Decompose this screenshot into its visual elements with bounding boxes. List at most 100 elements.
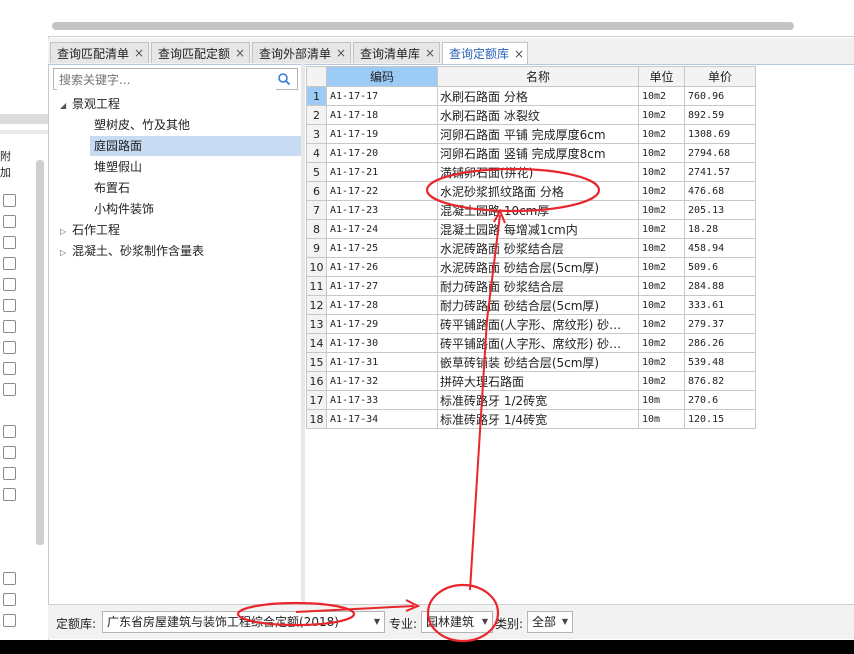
unit-cell[interactable]: 10m2 — [638, 143, 685, 163]
row-checkbox[interactable] — [3, 593, 16, 606]
table-row[interactable]: 1 A1-17-17 水刷石路面 分格 10m2 760.96 — [306, 86, 756, 106]
row-index-cell[interactable]: 4 — [306, 143, 327, 163]
table-row[interactable]: 5 A1-17-21 満铺卵石面(拼花) 10m2 2741.57 — [306, 162, 756, 182]
panel-splitter[interactable] — [301, 64, 305, 604]
tab-match-quota[interactable]: 查询匹配定额 × — [151, 42, 250, 63]
table-row[interactable]: 15 A1-17-31 嵌草砖铺装 砂结合层(5cm厚) 10m2 539.48 — [306, 352, 756, 372]
code-cell[interactable]: A1-17-17 — [326, 86, 438, 106]
row-index-cell[interactable]: 12 — [306, 295, 327, 315]
code-cell[interactable]: A1-17-31 — [326, 352, 438, 372]
price-cell[interactable]: 876.82 — [684, 371, 756, 391]
row-index-cell[interactable]: 17 — [306, 390, 327, 410]
row-checkbox[interactable] — [3, 320, 16, 333]
price-cell[interactable]: 270.6 — [684, 390, 756, 410]
price-cell[interactable]: 760.96 — [684, 86, 756, 106]
name-cell[interactable]: 水刷石路面 分格 — [437, 86, 639, 106]
name-cell[interactable]: 河卵石路面 竖铺 完成厚度8cm — [437, 143, 639, 163]
tree-node-small-decor[interactable]: 小构件装饰 — [94, 199, 154, 219]
code-cell[interactable]: A1-17-33 — [326, 390, 438, 410]
row-checkbox[interactable] — [3, 299, 16, 312]
name-cell[interactable]: 混凝土园路 10cm厚 — [437, 200, 639, 220]
row-index-cell[interactable]: 18 — [306, 409, 327, 429]
tree-node-concrete-mortar[interactable]: ▷ 混凝土、砂浆制作含量表 — [60, 241, 204, 261]
name-cell[interactable]: 砖平铺路面(人字形、席纹形) 砂… — [437, 314, 639, 334]
unit-cell[interactable]: 10m — [638, 390, 685, 410]
table-row[interactable]: 6 A1-17-22 水泥砂浆抓纹路面 分格 10m2 476.68 — [306, 181, 756, 201]
unit-cell[interactable]: 10m2 — [638, 162, 685, 182]
tree-node-tree-bark[interactable]: 塑树皮、竹及其他 — [94, 115, 190, 135]
tab-quota-library[interactable]: 查询定额库 × — [442, 42, 528, 64]
row-checkbox[interactable] — [3, 383, 16, 396]
price-cell[interactable]: 1308.69 — [684, 124, 756, 144]
collapsed-triangle-icon[interactable]: ▷ — [60, 243, 72, 263]
table-row[interactable]: 8 A1-17-24 混凝土园路 每增减1cm内 10m2 18.28 — [306, 219, 756, 239]
table-row[interactable]: 12 A1-17-28 耐力砖路面 砂结合层(5cm厚) 10m2 333.61 — [306, 295, 756, 315]
row-index-cell[interactable]: 3 — [306, 124, 327, 144]
unit-cell[interactable]: 10m — [638, 409, 685, 429]
close-icon[interactable]: × — [235, 46, 245, 60]
row-index-cell[interactable]: 16 — [306, 371, 327, 391]
code-cell[interactable]: A1-17-20 — [326, 143, 438, 163]
name-cell[interactable]: 耐力砖路面 砂浆结合层 — [437, 276, 639, 296]
unit-cell[interactable]: 10m2 — [638, 276, 685, 296]
row-checkbox[interactable] — [3, 194, 16, 207]
name-cell[interactable]: 水泥砂浆抓纹路面 分格 — [437, 181, 639, 201]
row-index-cell[interactable]: 7 — [306, 200, 327, 220]
row-checkbox[interactable] — [3, 467, 16, 480]
row-checkbox[interactable] — [3, 215, 16, 228]
search-input[interactable] — [57, 70, 276, 90]
unit-cell[interactable]: 10m2 — [638, 371, 685, 391]
table-row[interactable]: 2 A1-17-18 水刷石路面 冰裂纹 10m2 892.59 — [306, 105, 756, 125]
row-index-cell[interactable]: 13 — [306, 314, 327, 334]
code-cell[interactable]: A1-17-23 — [326, 200, 438, 220]
row-checkbox[interactable] — [3, 362, 16, 375]
table-row[interactable]: 13 A1-17-29 砖平铺路面(人字形、席纹形) 砂… 10m2 279.37 — [306, 314, 756, 334]
close-icon[interactable]: × — [336, 46, 346, 60]
code-cell[interactable]: A1-17-26 — [326, 257, 438, 277]
price-cell[interactable]: 458.94 — [684, 238, 756, 258]
row-checkbox[interactable] — [3, 446, 16, 459]
name-cell[interactable]: 水泥砖路面 砂结合层(5cm厚) — [437, 257, 639, 277]
price-cell[interactable]: 539.48 — [684, 352, 756, 372]
row-checkbox[interactable] — [3, 488, 16, 501]
column-header-unit[interactable]: 单位 — [638, 66, 685, 87]
price-cell[interactable]: 2741.57 — [684, 162, 756, 182]
row-checkbox[interactable] — [3, 341, 16, 354]
row-index-cell[interactable]: 9 — [306, 238, 327, 258]
table-row[interactable]: 7 A1-17-23 混凝土园路 10cm厚 10m2 205.13 — [306, 200, 756, 220]
search-icon[interactable] — [277, 72, 291, 86]
close-icon[interactable]: × — [425, 46, 435, 60]
unit-cell[interactable]: 10m2 — [638, 86, 685, 106]
code-cell[interactable]: A1-17-29 — [326, 314, 438, 334]
name-cell[interactable]: 标准砖路牙 1/2砖宽 — [437, 390, 639, 410]
row-checkbox[interactable] — [3, 614, 16, 627]
price-cell[interactable]: 333.61 — [684, 295, 756, 315]
row-checkbox[interactable] — [3, 572, 16, 585]
row-checkbox[interactable] — [3, 425, 16, 438]
close-icon[interactable]: × — [134, 46, 144, 60]
price-cell[interactable]: 120.15 — [684, 409, 756, 429]
table-row[interactable]: 4 A1-17-20 河卵石路面 竖铺 完成厚度8cm 10m2 2794.68 — [306, 143, 756, 163]
code-cell[interactable]: A1-17-19 — [326, 124, 438, 144]
unit-cell[interactable]: 10m2 — [638, 295, 685, 315]
row-index-cell[interactable]: 15 — [306, 352, 327, 372]
tree-node-stonework[interactable]: ▷ 石作工程 — [60, 220, 120, 240]
unit-cell[interactable]: 10m2 — [638, 105, 685, 125]
code-cell[interactable]: A1-17-21 — [326, 162, 438, 182]
price-cell[interactable]: 892.59 — [684, 105, 756, 125]
code-cell[interactable]: A1-17-27 — [326, 276, 438, 296]
unit-cell[interactable]: 10m2 — [638, 200, 685, 220]
code-cell[interactable]: A1-17-24 — [326, 219, 438, 239]
collapsed-triangle-icon[interactable]: ▷ — [60, 222, 72, 242]
code-cell[interactable]: A1-17-34 — [326, 409, 438, 429]
name-cell[interactable]: 満铺卵石面(拼花) — [437, 162, 639, 182]
table-row[interactable]: 18 A1-17-34 标准砖路牙 1/4砖宽 10m 120.15 — [306, 409, 756, 429]
row-checkbox[interactable] — [3, 278, 16, 291]
table-row[interactable]: 3 A1-17-19 河卵石路面 平铺 完成厚度6cm 10m2 1308.69 — [306, 124, 756, 144]
column-header-code[interactable]: 编码 — [326, 66, 438, 87]
row-checkbox[interactable] — [3, 236, 16, 249]
code-cell[interactable]: A1-17-22 — [326, 181, 438, 201]
tab-external-list[interactable]: 查询外部清单 × — [252, 42, 351, 63]
row-index-cell[interactable]: 10 — [306, 257, 327, 277]
name-cell[interactable]: 河卵石路面 平铺 完成厚度6cm — [437, 124, 639, 144]
